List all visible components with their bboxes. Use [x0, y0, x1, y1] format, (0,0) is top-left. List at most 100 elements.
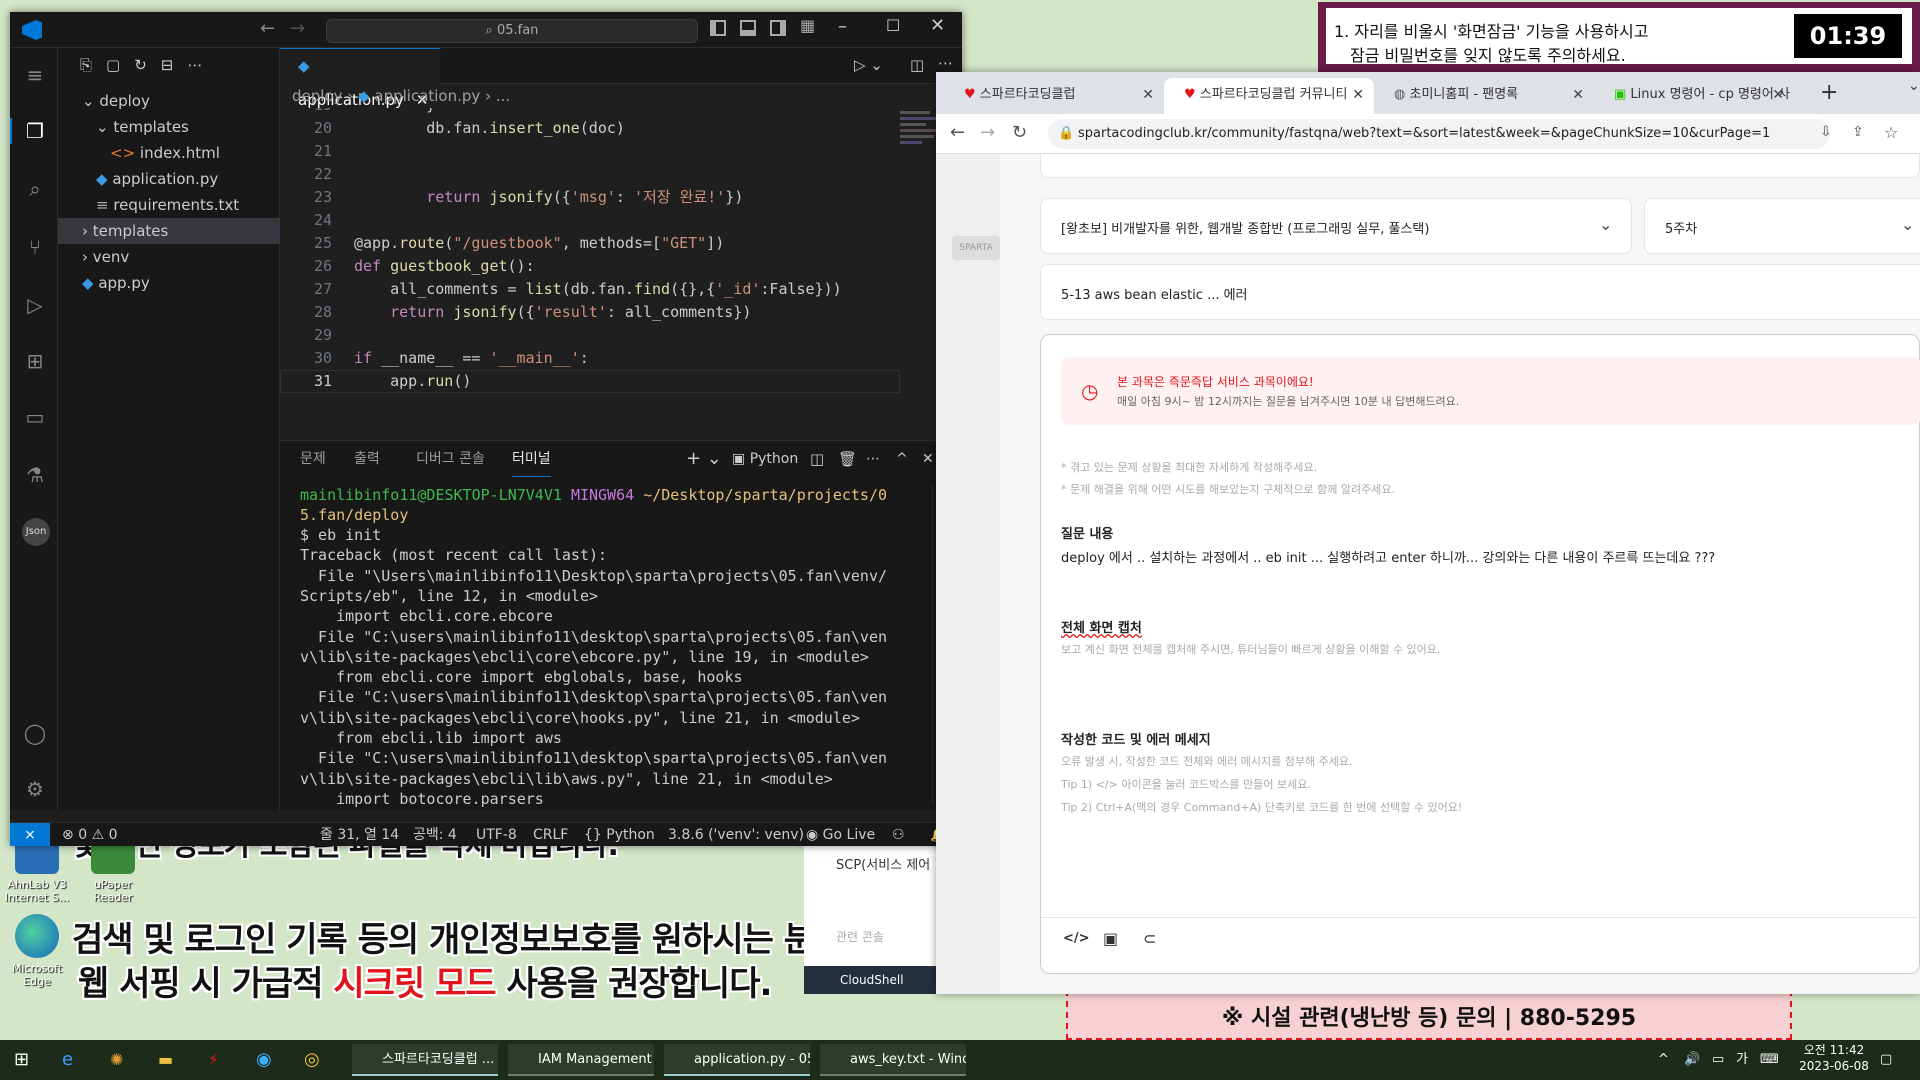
run-debug-icon[interactable]: ▷	[22, 292, 48, 318]
json-extension-icon[interactable]: Json	[22, 518, 50, 546]
browser-tab-4[interactable]: ▣ Linux 명령어 - cp 명령어 사 ✕	[1594, 78, 1794, 114]
command-center-search[interactable]: ⌕ 05.fan	[326, 19, 698, 43]
tab-debug-console[interactable]: 디버그 콘솔	[416, 441, 485, 477]
desktop-icon-edge[interactable]: Microsoft Edge	[2, 914, 72, 988]
code-line[interactable]: 28 return jsonify({'result': all_comment…	[280, 301, 900, 324]
code-line[interactable]: 30 if __name__ == '__main__':	[280, 347, 900, 370]
tab-terminal[interactable]: 터미널	[512, 441, 551, 477]
question-title-input[interactable]: 5-13 aws bean elastic ... 에러	[1040, 264, 1920, 320]
close-icon[interactable]: ✕	[930, 15, 945, 36]
taskbar-app-vscode[interactable]: application.py - 05...	[664, 1044, 810, 1076]
toggle-panel-icon[interactable]	[740, 20, 756, 36]
terminal-shell-selector[interactable]: ▣ Python	[732, 441, 798, 477]
breadcrumb-file[interactable]: application.py	[374, 87, 480, 105]
code-line[interactable]: 24	[280, 209, 900, 232]
tab-output[interactable]: 출력	[354, 441, 380, 477]
share-icon[interactable]: ⇪	[1852, 124, 1864, 140]
tree-item[interactable]: ⌄ templates	[58, 114, 280, 140]
panel-more-icon[interactable]: ⋯	[866, 441, 880, 477]
accounts-icon[interactable]: ◯	[22, 720, 48, 746]
back-arrow-icon[interactable]: ←	[260, 18, 275, 39]
maximize-icon[interactable]: ☐	[886, 16, 900, 35]
code-line[interactable]: 19 }	[280, 108, 900, 117]
new-folder-icon[interactable]: ▢	[106, 56, 134, 74]
toggle-sidebar-icon[interactable]	[710, 20, 726, 36]
edge-taskbar-icon[interactable]: ◉	[256, 1044, 272, 1076]
taskbar-app-iam[interactable]: IAM Management ...	[508, 1044, 654, 1076]
app-icon[interactable]: ⚡	[208, 1044, 219, 1076]
status-interpreter[interactable]: 3.8.6 ('venv': venv)	[668, 823, 804, 846]
image-icon[interactable]: ▣	[1103, 929, 1118, 948]
browser-tab-3[interactable]: ◍ 초미니홈피 - 팬명록 ✕	[1374, 78, 1594, 114]
terminal-output[interactable]: mainlibinfo11@DESKTOP-LN7V4V1 MINGW64 ~/…	[280, 485, 920, 807]
status-encoding[interactable]: UTF-8	[476, 823, 517, 846]
settings-gear-icon[interactable]: ⚙	[22, 776, 48, 802]
status-feedback-icon[interactable]: ⚇	[892, 823, 905, 846]
editor-more-icon[interactable]: ⋯	[938, 54, 953, 72]
split-terminal-icon[interactable]: ◫	[810, 441, 824, 477]
remote-indicator-icon[interactable]: ⨯	[10, 823, 50, 846]
settings-app-icon[interactable]: ✺	[110, 1044, 123, 1076]
minimize-icon[interactable]: –	[838, 16, 847, 37]
code-line[interactable]: 21	[280, 140, 900, 163]
breadcrumb-symbol[interactable]: ...	[496, 87, 510, 105]
tab-close-icon[interactable]: ✕	[1572, 78, 1584, 112]
tree-item[interactable]: ◆ application.py	[58, 166, 280, 192]
week-select[interactable]: 5주차 ⌄	[1644, 198, 1920, 254]
remote-explorer-icon[interactable]: ▭	[22, 404, 48, 430]
chrome-icon[interactable]: ◎	[304, 1044, 320, 1076]
code-line[interactable]: 31 app.run()	[280, 370, 900, 393]
tree-item[interactable]: <> index.html	[58, 140, 280, 166]
source-control-icon[interactable]: ⑂	[22, 234, 48, 260]
browser-tab-1[interactable]: ♥ 스파르타코딩클럽 ✕	[944, 78, 1164, 114]
forward-arrow-icon[interactable]: →	[290, 18, 305, 39]
notification-icon[interactable]: ▢	[1880, 1044, 1892, 1076]
customize-layout-icon[interactable]: ▦	[800, 16, 815, 35]
code-line[interactable]: 29	[280, 324, 900, 347]
browser-tab-2[interactable]: ♥ 스파르타코딩클럽 커뮤니티 ✕	[1164, 78, 1374, 114]
ime-indicator[interactable]: 가	[1736, 1044, 1748, 1076]
tree-item[interactable]: ◆ app.py	[58, 270, 280, 296]
tree-item[interactable]: ⌄ deploy	[58, 88, 280, 114]
back-icon[interactable]: ←	[950, 122, 965, 143]
windows-start-icon[interactable]: ⊞	[14, 1044, 29, 1076]
tab-close-icon[interactable]: ✕	[1142, 78, 1154, 112]
tray-chevron-icon[interactable]: ^	[1658, 1044, 1669, 1076]
forward-icon[interactable]: →	[980, 122, 995, 143]
new-tab-icon[interactable]: +	[1820, 80, 1838, 105]
extensions-icon[interactable]: ⊞	[22, 348, 48, 374]
code-line[interactable]: 26 def guestbook_get():	[280, 255, 900, 278]
close-panel-icon[interactable]: ✕	[922, 441, 934, 477]
clock[interactable]: 오전 11:42 2023-06-08	[1794, 1042, 1874, 1074]
course-select[interactable]: [왕초보] 비개발자를 위한, 웹개발 종합반 (프로그래밍 실무, 풀스택) …	[1040, 198, 1632, 254]
tab-close-icon[interactable]: ✕	[1772, 78, 1784, 112]
tab-problems[interactable]: 문제	[300, 441, 326, 477]
status-problems[interactable]: ⊗ 0 ⚠ 0	[62, 823, 118, 846]
taskbar-app-notepad[interactable]: aws_key.txt - Wind...	[820, 1044, 966, 1076]
taskbar-app-sparta[interactable]: 스파르타코딩클럽 ...	[352, 1044, 498, 1076]
address-bar[interactable]: 🔒 spartacodingclub.kr/community/fastqna/w…	[1048, 119, 1830, 149]
breadcrumb-deploy[interactable]: deploy	[292, 87, 343, 105]
code-line[interactable]: 23 return jsonify({'msg': '저장 완료!'})	[280, 186, 900, 209]
status-golive[interactable]: ◉ Go Live	[806, 823, 875, 846]
tree-item[interactable]: › templates	[58, 218, 280, 244]
split-editor-icon[interactable]: ◫	[910, 56, 924, 74]
new-file-icon[interactable]: ⎘	[80, 56, 106, 74]
testing-icon[interactable]: ⚗	[22, 462, 48, 488]
tab-application-py[interactable]: ◆ application.py ✕	[280, 48, 440, 109]
new-terminal-icon[interactable]: + ⌄	[686, 441, 722, 477]
more-icon[interactable]: ⋯	[187, 56, 216, 74]
tab-search-icon[interactable]: ⌄	[1908, 78, 1920, 94]
status-indentation[interactable]: 공백: 4	[413, 823, 457, 846]
volume-icon[interactable]: 🔊	[1684, 1044, 1700, 1076]
refresh-icon[interactable]: ↻	[134, 56, 161, 74]
menu-icon[interactable]: ≡	[22, 62, 48, 88]
status-language[interactable]: {} Python	[584, 823, 655, 846]
file-explorer-icon[interactable]: ▬	[158, 1044, 173, 1076]
question-body-text[interactable]: deploy 에서 .. 설치하는 과정에서 .. eb init ... 실행…	[1061, 547, 1715, 566]
tab-close-icon[interactable]: ✕	[1352, 78, 1364, 112]
keyboard-icon[interactable]: ⌨	[1760, 1044, 1779, 1076]
search-activity-icon[interactable]: ⌕	[22, 176, 48, 202]
status-position[interactable]: 줄 31, 열 14	[320, 823, 399, 846]
code-line[interactable]: 20 db.fan.insert_one(doc)	[280, 117, 900, 140]
